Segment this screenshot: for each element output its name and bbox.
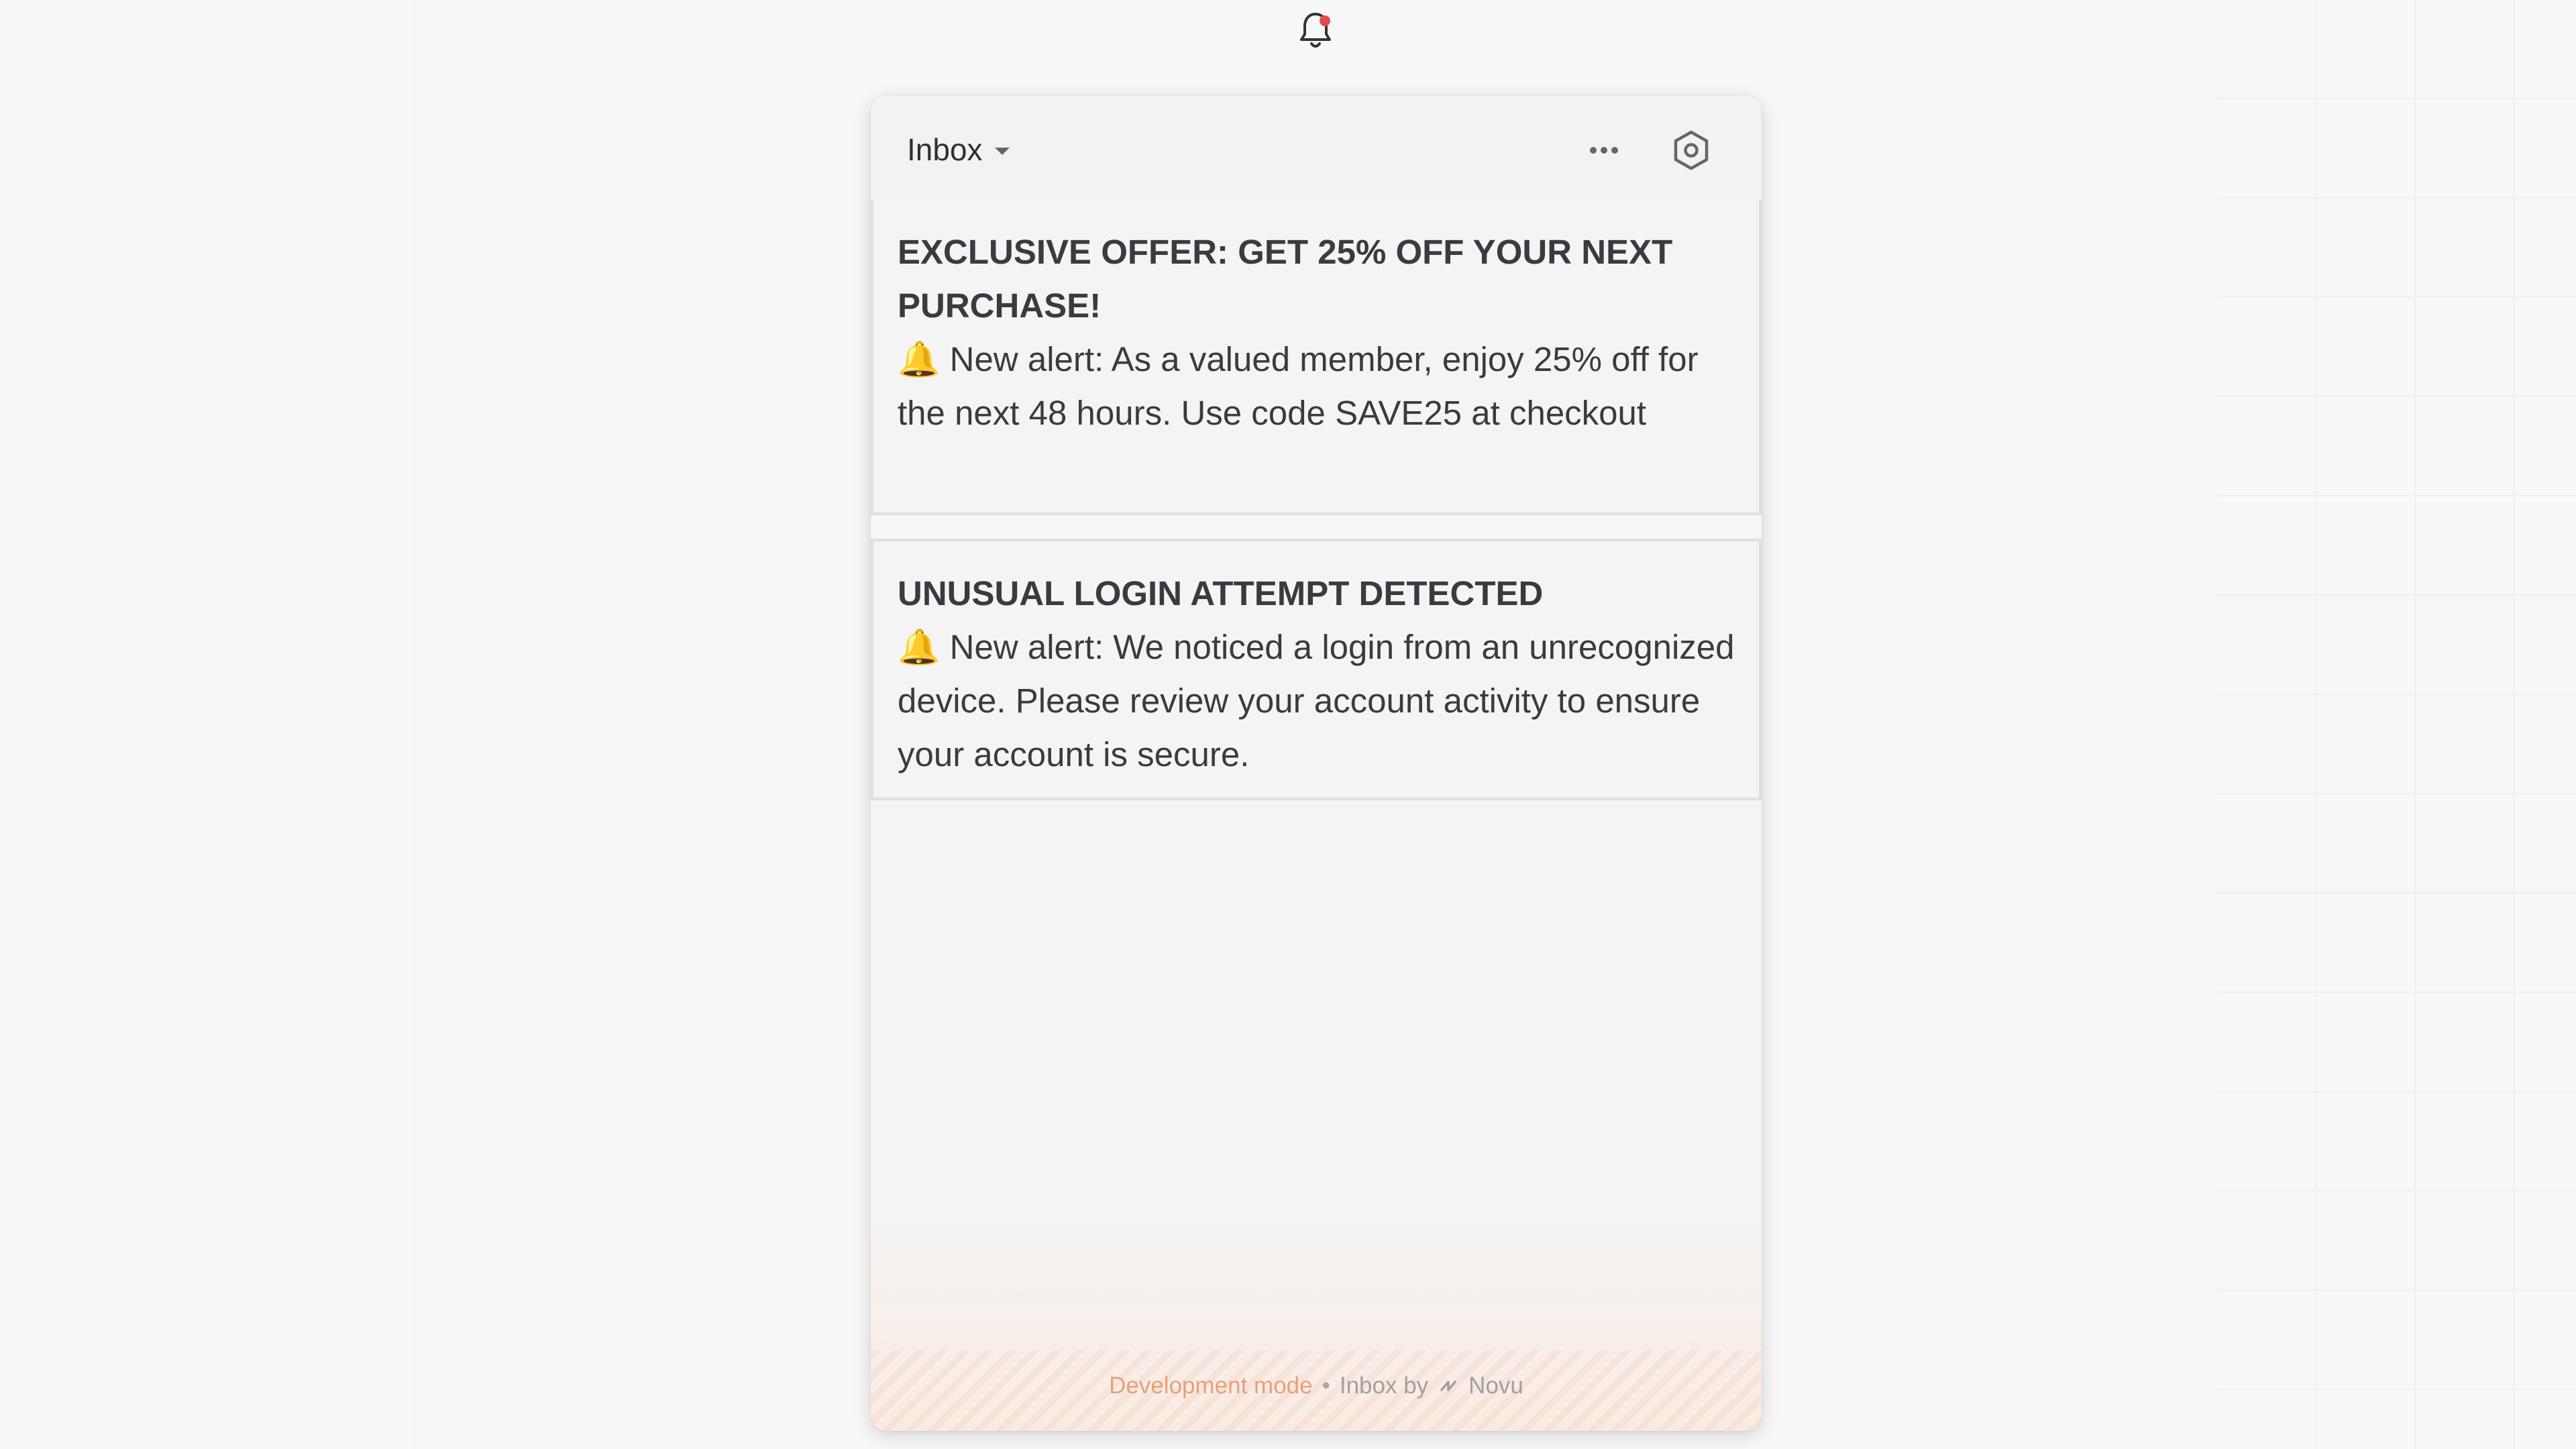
novu-brand-link[interactable]: Novu — [1468, 1373, 1523, 1399]
inbox-filter-dropdown[interactable]: Inbox — [907, 129, 1010, 170]
background-grid — [2217, 0, 2576, 1449]
notification-title: UNUSUAL LOGIN ATTEMPT DETECTED — [898, 574, 1544, 612]
ellipsis-icon-dot — [1611, 147, 1618, 154]
ellipsis-icon — [1590, 147, 1597, 154]
settings-button[interactable] — [1669, 128, 1713, 172]
notification-body: 🔔 New alert: As a valued member, enjoy 2… — [898, 340, 1699, 432]
footer-separator: • — [1322, 1373, 1330, 1399]
chevron-down-icon — [994, 147, 1010, 155]
notification-title: EXCLUSIVE OFFER: GET 25% OFF YOUR NEXT P… — [898, 233, 1673, 325]
inbox-footer: Development mode • Inbox by Novu — [871, 1369, 1762, 1403]
novu-logo-icon[interactable] — [1438, 1375, 1459, 1397]
ellipsis-icon-dot — [1601, 147, 1607, 154]
powered-by-label: Inbox by — [1339, 1373, 1429, 1399]
inbox-popover: Inbox EXCLUSIVE OFFER: GET 25% OFF YOUR … — [871, 96, 1762, 1431]
notification-body: 🔔 New alert: We noticed a login from an … — [898, 628, 1735, 773]
inbox-header: Inbox — [871, 96, 1762, 203]
development-mode-label: Development mode — [1109, 1373, 1313, 1399]
list-divider — [871, 515, 1762, 539]
unread-indicator-dot — [1320, 15, 1330, 26]
notification-bell-button[interactable] — [1298, 10, 1333, 50]
notification-item[interactable]: EXCLUSIVE OFFER: GET 25% OFF YOUR NEXT P… — [871, 200, 1762, 515]
settings-hexagon-icon — [1674, 130, 1709, 170]
inbox-title: Inbox — [907, 132, 983, 167]
more-actions-button[interactable] — [1580, 133, 1627, 167]
notification-item[interactable]: UNUSUAL LOGIN ATTEMPT DETECTED 🔔 New ale… — [871, 539, 1762, 800]
